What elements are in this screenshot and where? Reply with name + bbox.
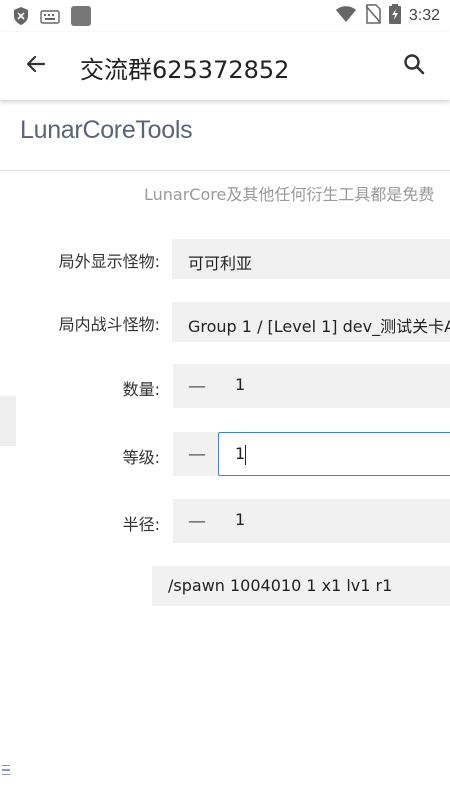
level-label: 等级: — [122, 448, 160, 467]
search-icon — [402, 52, 426, 80]
outside-monster-label: 局外显示怪物: — [58, 252, 160, 271]
no-sim-icon — [365, 4, 381, 28]
quantity-minus-button[interactable]: — — [187, 374, 207, 398]
status-time: 3:32 — [408, 7, 440, 24]
outside-monster-select[interactable]: 可可利亚 — [172, 239, 450, 279]
battery-charging-icon — [388, 4, 401, 28]
radius-minus-button[interactable]: — — [187, 509, 207, 533]
level-stepper: — 1 — [173, 432, 450, 476]
battle-monster-select[interactable]: Group 1 / [Level 1] dev_测试关卡A — [172, 302, 450, 342]
level-minus-button[interactable]: — — [187, 442, 207, 466]
text-caret — [245, 445, 246, 465]
radius-value[interactable]: 1 — [235, 510, 245, 529]
app-square-icon — [70, 5, 92, 31]
free-notice-text: LunarCore及其他任何衍生工具都是免费 — [144, 185, 435, 204]
command-output[interactable]: /spawn 1004010 1 x1 lv1 r1 — [152, 566, 450, 606]
side-drawer-tab[interactable] — [0, 396, 16, 446]
radius-stepper: — 1 — [173, 499, 450, 543]
wifi-icon — [335, 5, 357, 27]
app-bar: 交流群625372852 — [0, 32, 450, 100]
battle-monster-value: Group 1 / [Level 1] dev_测试关卡A — [188, 317, 450, 336]
quantity-value[interactable]: 1 — [235, 375, 245, 394]
brand-title: LunarCoreTools — [20, 116, 193, 144]
status-bar: 3:32 — [0, 0, 450, 32]
quantity-stepper: — 1 — [173, 364, 450, 408]
page-title: 交流群625372852 — [80, 56, 290, 84]
outside-monster-value: 可可利亚 — [188, 254, 253, 273]
keyboard-icon — [40, 9, 60, 28]
menu-handle-icon[interactable] — [0, 758, 14, 782]
level-input[interactable]: 1 — [218, 432, 450, 476]
quantity-label: 数量: — [122, 380, 160, 399]
shield-icon — [12, 6, 30, 30]
search-button[interactable] — [396, 48, 432, 84]
back-button[interactable] — [18, 48, 54, 84]
arrow-left-icon — [24, 52, 48, 80]
command-text: /spawn 1004010 1 x1 lv1 r1 — [168, 576, 393, 595]
radius-label: 半径: — [122, 515, 160, 534]
battle-monster-label: 局内战斗怪物: — [58, 315, 160, 334]
divider — [0, 170, 450, 171]
level-value: 1 — [235, 444, 246, 463]
